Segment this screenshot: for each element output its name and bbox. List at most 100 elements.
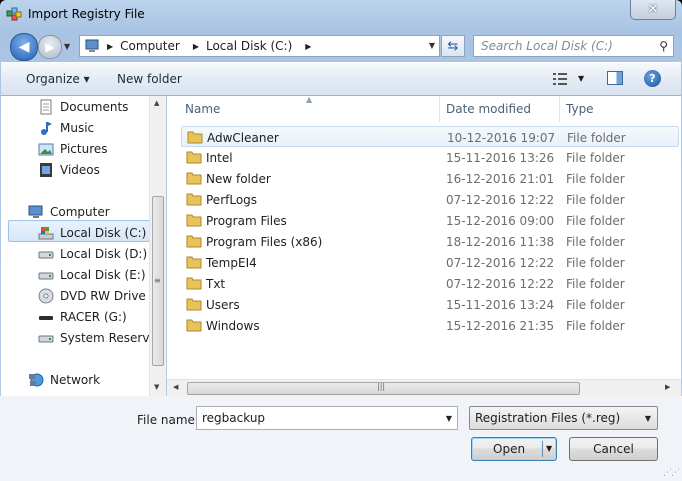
address-dropdown-icon[interactable]: ▼ <box>429 41 435 50</box>
file-type: File folder <box>566 214 625 228</box>
nav-item-label: Computer <box>50 205 110 219</box>
navigation-pane[interactable]: Documents Music Pictures Videos Computer… <box>1 96 166 396</box>
column-header-date[interactable]: Date modified <box>446 96 561 122</box>
cancel-button-label: Cancel <box>593 442 634 456</box>
column-header-label: Type <box>566 102 594 116</box>
breadcrumb-separator-icon[interactable]: ▶ <box>305 42 311 51</box>
scroll-right-icon[interactable]: ▶ <box>665 383 670 391</box>
file-date: 07-12-2016 12:22 <box>446 277 555 291</box>
folder-icon <box>186 172 202 185</box>
nav-item-label: Local Disk (C:) <box>60 226 147 240</box>
dvd-icon <box>38 288 54 304</box>
help-icon[interactable]: ? <box>644 70 661 87</box>
nav-item-local-disk-c[interactable]: Local Disk (C:) <box>38 225 146 241</box>
breadcrumb-local-disk-c[interactable]: Local Disk (C:) <box>206 39 292 53</box>
file-type: File folder <box>566 193 625 207</box>
folder-icon <box>186 277 202 290</box>
pictures-icon <box>38 143 54 156</box>
file-name: Txt <box>206 277 226 291</box>
nav-item-label: Videos <box>60 163 100 177</box>
folder-icon <box>186 298 202 311</box>
title-bar[interactable]: Import Registry File ✕ <box>0 0 682 30</box>
scroll-down-icon[interactable]: ▼ <box>154 383 159 391</box>
nav-item-local-disk-e[interactable]: Local Disk (E:) <box>38 267 146 283</box>
column-divider[interactable] <box>559 96 560 122</box>
nav-vertical-scrollbar[interactable]: ▲ ≡ ▼ <box>149 96 166 396</box>
nav-item-dvd-drive[interactable]: DVD RW Drive (F: <box>38 288 164 304</box>
file-row[interactable]: AdwCleaner 10-12-2016 19:07 File folder <box>181 126 679 147</box>
forward-button[interactable]: ▶ <box>38 35 62 59</box>
file-name-value: regbackup <box>202 411 266 425</box>
usb-drive-icon <box>39 316 53 320</box>
scroll-left-icon[interactable]: ◀ <box>173 383 178 391</box>
file-name: PerfLogs <box>206 193 258 207</box>
file-type: File folder <box>566 172 625 186</box>
nav-item-pictures[interactable]: Pictures <box>38 141 108 157</box>
window-title: Import Registry File <box>28 7 145 21</box>
file-row[interactable]: Program Files (x86) 18-12-2016 11:38 Fil… <box>181 231 679 252</box>
computer-icon <box>28 205 43 218</box>
open-button[interactable]: Open ▼ <box>471 437 557 461</box>
new-folder-button[interactable]: New folder <box>117 72 182 86</box>
file-row[interactable]: New folder 16-12-2016 21:01 File folder <box>181 168 679 189</box>
column-header-type[interactable]: Type <box>566 96 666 122</box>
file-name-input[interactable]: regbackup ▼ <box>196 406 458 430</box>
close-icon: ✕ <box>647 2 659 17</box>
system-drive-icon <box>38 227 54 240</box>
file-row[interactable]: TempEI4 07-12-2016 12:22 File folder <box>181 252 679 273</box>
folder-icon <box>186 235 202 248</box>
search-icon[interactable]: ⚲ <box>659 39 668 53</box>
chevron-down-icon[interactable]: ▼ <box>446 414 452 423</box>
chevron-down-icon[interactable]: ▼ <box>645 414 651 423</box>
scrollbar-grip-icon: ||| <box>377 382 386 391</box>
nav-item-network[interactable]: Network <box>28 372 100 388</box>
file-row[interactable]: Windows 15-12-2016 21:35 File folder <box>181 315 679 336</box>
breadcrumb-separator-icon[interactable]: ▶ <box>107 42 113 51</box>
scroll-up-icon[interactable]: ▲ <box>154 99 159 107</box>
change-view-icon[interactable] <box>552 71 568 87</box>
open-options-dropdown-icon[interactable]: ▼ <box>546 444 552 453</box>
drive-icon <box>38 272 54 280</box>
nav-item-racer-g[interactable]: RACER (G:) <box>38 309 127 325</box>
file-horizontal-scrollbar[interactable]: ◀ ||| ▶ <box>167 379 681 397</box>
close-button[interactable]: ✕ <box>630 0 676 20</box>
dialog-footer: File name: regbackup ▼ Registration File… <box>0 396 682 481</box>
preview-pane-icon[interactable] <box>607 71 623 85</box>
file-type: File folder <box>566 319 625 333</box>
file-name: New folder <box>206 172 271 186</box>
nav-item-documents[interactable]: Documents <box>38 99 128 115</box>
refresh-icon: ⇆ <box>447 38 459 54</box>
search-input[interactable]: Search Local Disk (C:) ⚲ <box>473 35 674 57</box>
file-type-select[interactable]: Registration Files (*.reg) ▼ <box>469 406 658 430</box>
breadcrumb-computer[interactable]: Computer <box>120 39 180 53</box>
view-options-dropdown-icon[interactable]: ▼ <box>578 74 584 83</box>
file-date: 07-12-2016 12:22 <box>446 256 555 270</box>
file-row[interactable]: Program Files 15-12-2016 09:00 File fold… <box>181 210 679 231</box>
nav-item-label: Local Disk (D:) <box>60 247 148 261</box>
resize-grip-icon[interactable]: ⋰⋰ <box>663 468 680 478</box>
cancel-button[interactable]: Cancel <box>569 437 658 461</box>
nav-item-videos[interactable]: Videos <box>38 162 100 178</box>
split-divider <box>542 441 543 457</box>
nav-item-computer[interactable]: Computer <box>28 204 110 220</box>
file-date: 15-12-2016 09:00 <box>446 214 555 228</box>
nav-item-system-reserved[interactable]: System Reserved <box>38 330 164 346</box>
file-row[interactable]: Intel 15-11-2016 13:26 File folder <box>181 147 679 168</box>
organize-menu[interactable]: Organize ▾ <box>26 72 90 86</box>
breadcrumb-separator-icon[interactable]: ▶ <box>193 42 199 51</box>
refresh-button[interactable]: ⇆ <box>441 35 465 57</box>
nav-item-local-disk-d[interactable]: Local Disk (D:) <box>38 246 147 262</box>
file-list-pane[interactable]: ▲ Name Date modified Type AdwCleaner 10-… <box>167 95 681 397</box>
network-icon <box>29 373 44 387</box>
file-row[interactable]: Users 15-11-2016 13:24 File folder <box>181 294 679 315</box>
nav-item-music[interactable]: Music <box>38 120 94 136</box>
file-row[interactable]: PerfLogs 07-12-2016 12:22 File folder <box>181 189 679 210</box>
file-name: Windows <box>206 319 260 333</box>
column-divider[interactable] <box>439 96 440 122</box>
file-row[interactable]: Txt 07-12-2016 12:22 File folder <box>181 273 679 294</box>
column-header-name[interactable]: Name <box>185 96 440 122</box>
address-bar[interactable]: ▶ Computer ▶ Local Disk (C:) ▶ ▼ <box>79 35 440 57</box>
file-type: File folder <box>566 235 625 249</box>
back-button[interactable]: ◀ <box>10 33 38 61</box>
recent-locations-button[interactable]: ▼ <box>64 42 73 51</box>
